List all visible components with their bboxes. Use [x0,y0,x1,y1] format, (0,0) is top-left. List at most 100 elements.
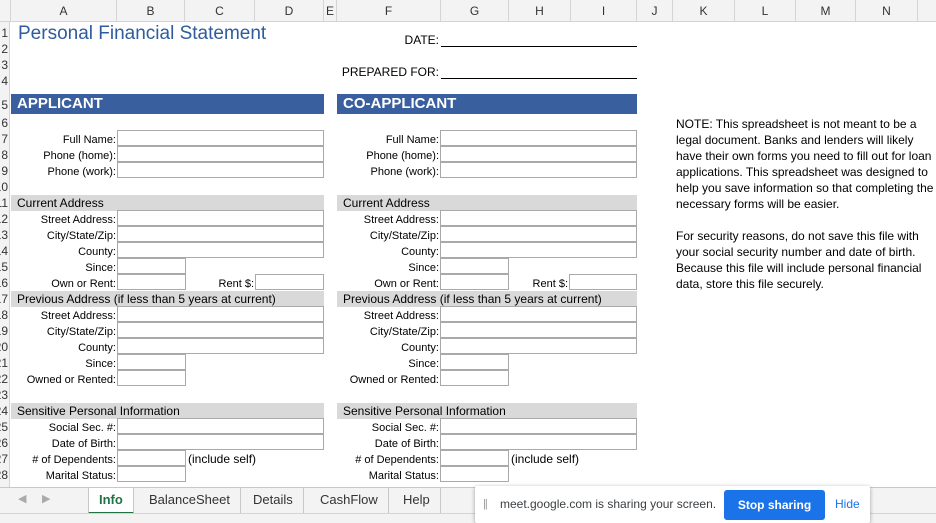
col-header-d[interactable]: D [255,0,324,22]
row-header[interactable]: 12 [0,211,8,227]
col-header-e[interactable]: E [324,0,337,22]
row-header[interactable]: 2 [0,41,8,57]
row-header[interactable]: 16 [0,275,8,291]
tab-details[interactable]: Details [243,488,304,514]
row-header[interactable]: 3 [0,57,8,73]
applicant-dob-field[interactable] [117,434,324,450]
row-header[interactable]: 6 [0,115,8,131]
tab-cashflow[interactable]: CashFlow [310,488,389,514]
row-header[interactable]: 25 [0,419,8,435]
col-header-j[interactable]: J [637,0,673,22]
row-header[interactable]: 22 [0,371,8,387]
tab-info[interactable]: Info [88,488,134,514]
row-header[interactable]: 14 [0,243,8,259]
applicant-owned-rented-field[interactable] [117,370,186,386]
applicant-since-field[interactable] [117,258,186,274]
coapplicant-marital-field[interactable] [440,466,509,482]
row-header[interactable]: 21 [0,355,8,371]
coapplicant-rent-field[interactable] [569,274,637,290]
row-header[interactable]: 8 [0,147,8,163]
row-header[interactable]: 26 [0,435,8,451]
col-header-b[interactable]: B [117,0,185,22]
row-header[interactable]: 7 [0,131,8,147]
col-header-a[interactable]: A [11,0,117,22]
col-header-l[interactable]: L [735,0,796,22]
col-header-c[interactable]: C [185,0,255,22]
row-header[interactable]: 23 [0,387,8,403]
row-header[interactable]: 19 [0,323,8,339]
applicant-prev-city-field[interactable] [117,322,324,338]
applicant-phone-work-field[interactable] [117,162,324,178]
applicant-rent-field[interactable] [255,274,324,290]
select-all-corner[interactable] [0,0,11,22]
applicant-ssn-field[interactable] [117,418,324,434]
coapplicant-header: CO-APPLICANT [337,94,637,114]
applicant-city-field[interactable] [117,226,324,242]
applicant-phone-home-field[interactable] [117,146,324,162]
coapplicant-phone-work-field[interactable] [440,162,637,178]
applicant-prev-street-field[interactable] [117,306,324,322]
prepared-for-input-line[interactable] [441,78,637,79]
applicant-county-field[interactable] [117,242,324,258]
coapplicant-prev-city-field[interactable] [440,322,637,338]
row-header[interactable]: 20 [0,339,8,355]
row-header[interactable]: 4 [0,73,8,89]
col-header-n[interactable]: N [856,0,918,22]
coapplicant-city-field[interactable] [440,226,637,242]
row-header[interactable]: 1 [0,25,8,41]
share-message: meet.google.com is sharing your screen. [500,497,717,511]
applicant-full-name-field[interactable] [117,130,324,146]
applicant-dependents-field[interactable] [117,450,186,466]
coapplicant-owned-rented-field[interactable] [440,370,509,386]
row-header[interactable]: 11 [0,195,8,211]
row-header[interactable]: 18 [0,307,8,323]
sheet-grid[interactable]: Personal Financial Statement DATE: PREPA… [11,23,936,487]
instructions-note: NOTE: This spreadsheet is not meant to b… [676,116,936,308]
applicant-own-rent-field[interactable] [117,274,186,290]
row-header[interactable]: 9 [0,163,8,179]
col-header-m[interactable]: M [796,0,856,22]
row-header[interactable]: 15 [0,259,8,275]
applicant-street-field[interactable] [117,210,324,226]
coapplicant-dob-field[interactable] [440,434,637,450]
row-header[interactable]: 24 [0,403,8,419]
date-input-line[interactable] [441,46,637,47]
tab-scroll-left-icon[interactable]: ◀ [18,492,26,505]
row-header[interactable]: 5 [0,97,8,113]
hide-banner-link[interactable]: Hide [835,497,860,511]
coapplicant-prev-county-label: County: [401,342,439,354]
coapplicant-include-self-note: (include self) [511,452,580,466]
col-header-g[interactable]: G [441,0,509,22]
tab-help[interactable]: Help [393,488,441,514]
coapplicant-own-rent-field[interactable] [440,274,509,290]
coapplicant-phone-home-field[interactable] [440,146,637,162]
applicant-prev-county-field[interactable] [117,338,324,354]
coapplicant-previous-address-header: Previous Address (if less than 5 years a… [337,291,637,307]
col-header-h[interactable]: H [509,0,571,22]
col-header-f[interactable]: F [337,0,441,22]
coapplicant-prev-street-field[interactable] [440,306,637,322]
tab-scroll-right-icon[interactable]: ▶ [42,492,50,505]
date-label: DATE: [404,33,439,47]
applicant-marital-field[interactable] [117,466,186,482]
coapplicant-street-field[interactable] [440,210,637,226]
row-header[interactable]: 27 [0,451,8,467]
row-header[interactable]: 17 [0,291,8,307]
applicant-prev-since-field[interactable] [117,354,186,370]
row-header[interactable]: 13 [0,227,8,243]
coapplicant-dependents-field[interactable] [440,450,509,466]
coapplicant-since-field[interactable] [440,258,509,274]
row-header[interactable]: 10 [0,179,8,195]
applicant-header: APPLICANT [11,94,324,114]
coapplicant-prev-since-field[interactable] [440,354,509,370]
coapplicant-full-name-field[interactable] [440,130,637,146]
tab-balancesheet[interactable]: BalanceSheet [139,488,241,514]
stop-sharing-button[interactable]: Stop sharing [724,490,825,520]
coapplicant-prev-county-field[interactable] [440,338,637,354]
row-header[interactable]: 28 [0,467,8,483]
coapplicant-ssn-field[interactable] [440,418,637,434]
coapplicant-county-field[interactable] [440,242,637,258]
col-header-i[interactable]: I [571,0,637,22]
drag-handle-icon[interactable]: || [483,498,488,510]
col-header-k[interactable]: K [673,0,735,22]
